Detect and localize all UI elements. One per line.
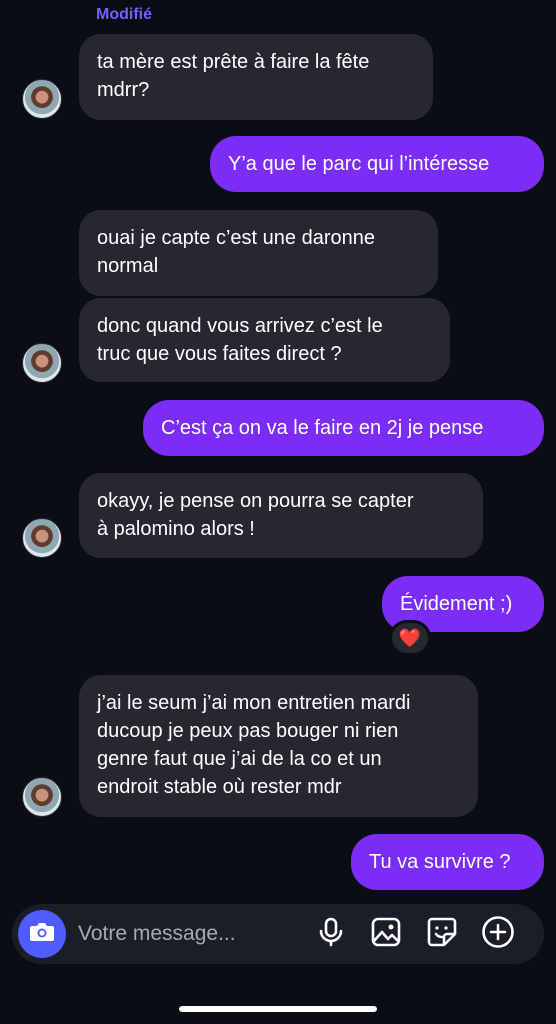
avatar[interactable] bbox=[22, 343, 62, 383]
message-incoming[interactable]: ouai je capte c’est une daronne normal bbox=[79, 210, 438, 296]
message-outgoing[interactable]: Tu va survivre ? bbox=[351, 834, 544, 890]
add-button[interactable] bbox=[481, 915, 515, 954]
sticker-icon bbox=[426, 916, 458, 953]
edited-label: Modifié bbox=[96, 6, 152, 23]
image-icon bbox=[371, 917, 401, 952]
sticker-button[interactable] bbox=[425, 917, 459, 951]
message-outgoing[interactable]: C’est ça on va le faire en 2j je pense bbox=[143, 400, 544, 456]
avatar[interactable] bbox=[22, 518, 62, 558]
message-incoming[interactable]: ta mère est prête à faire la fête mdrr? bbox=[79, 34, 433, 120]
message-incoming[interactable]: okayy, je pense on pourra se capter à pa… bbox=[79, 473, 483, 558]
microphone-button[interactable] bbox=[314, 917, 348, 951]
camera-button[interactable] bbox=[18, 910, 66, 958]
message-incoming[interactable]: j’ai le seum j’ai mon entretien mardi du… bbox=[79, 675, 478, 817]
gallery-button[interactable] bbox=[369, 917, 403, 951]
microphone-icon bbox=[318, 917, 344, 952]
avatar[interactable] bbox=[22, 777, 62, 817]
heart-reaction[interactable]: ❤️ bbox=[389, 620, 431, 656]
plus-icon bbox=[481, 915, 515, 954]
home-indicator[interactable] bbox=[179, 1006, 377, 1012]
message-outgoing[interactable]: Y’a que le parc qui l’intéresse bbox=[210, 136, 544, 192]
avatar[interactable] bbox=[22, 79, 62, 119]
camera-icon bbox=[29, 921, 55, 948]
heart-icon: ❤️ bbox=[398, 628, 422, 648]
message-incoming[interactable]: donc quand vous arrivez c’est le truc qu… bbox=[79, 298, 450, 382]
message-input[interactable] bbox=[78, 920, 298, 948]
message-composer bbox=[12, 904, 544, 964]
